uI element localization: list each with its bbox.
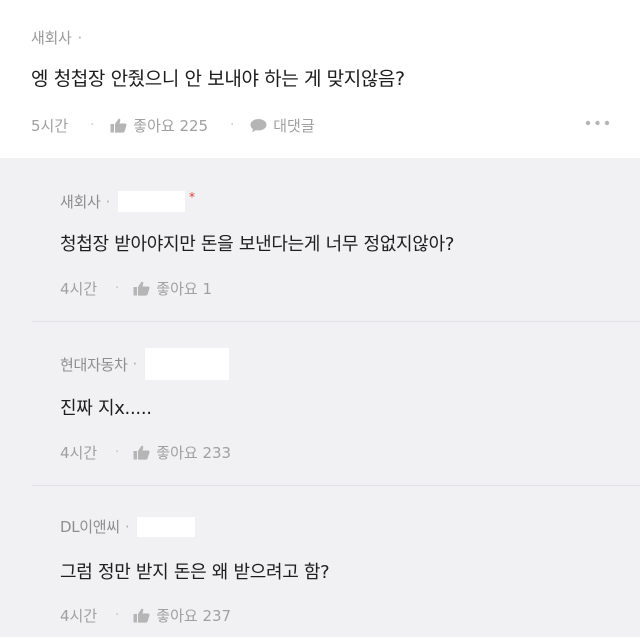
more-horizontal-icon[interactable]: [585, 116, 610, 130]
post-reply-button[interactable]: 대댓글: [250, 115, 315, 136]
thumbs-up-icon: [110, 118, 127, 133]
separator-dot: ·: [230, 117, 235, 133]
separator-dot: ·: [115, 608, 120, 623]
comment-item: 현대자동차 · 진짜 지x..... 4시간 · 좋아요 233: [32, 322, 640, 486]
speech-bubble-icon: [250, 118, 267, 132]
comment-item: DL이앤씨 · 그럼 정만 받지 돈은 왜 받으려고 함? 4시간 · 좋아요 2…: [32, 486, 640, 637]
thumbs-up-icon: [133, 608, 150, 623]
comment-time: 4시간: [60, 444, 98, 462]
redacted-nickname: [137, 516, 196, 537]
redacted-nickname: [117, 191, 185, 212]
post: 새회사 · 엥 청첩장 안줬으니 안 보내야 하는 게 맞지않음? 5시간 · 좋…: [0, 0, 640, 158]
redacted-nickname: [144, 348, 229, 380]
comment-text: 그럼 정만 받지 돈은 왜 받으려고 함?: [60, 562, 330, 583]
meta-dot: ·: [105, 192, 111, 211]
thumbs-up-icon: [133, 445, 150, 460]
comment-meta: DL이앤씨 ·: [60, 516, 196, 537]
comment-like-button[interactable]: 좋아요 237: [133, 605, 231, 626]
comment-text: 청첩장 받아야지만 돈을 보낸다는게 너무 정없지않아?: [60, 234, 455, 255]
separator-dot: ·: [115, 281, 120, 296]
comment-footer: 4시간 · 좋아요 233: [60, 442, 231, 463]
post-like-count: 좋아요 225: [133, 116, 209, 135]
separator-dot: ·: [90, 117, 95, 133]
thumbs-up-icon: [133, 281, 150, 296]
comment-company[interactable]: DL이앤씨: [60, 516, 120, 537]
comment-company[interactable]: 새회사: [60, 191, 101, 212]
comment-time: 4시간: [60, 280, 98, 298]
comment-company[interactable]: 현대자동차: [60, 354, 128, 375]
comment-text: 진짜 지x.....: [60, 398, 152, 419]
comment-like-button[interactable]: 좋아요 233: [133, 442, 231, 463]
separator-dot: ·: [115, 445, 120, 460]
post-like-button[interactable]: 좋아요 225: [110, 115, 208, 136]
comment-like-count: 좋아요 233: [156, 444, 232, 462]
comment-time: 4시간: [60, 607, 98, 625]
post-company[interactable]: 새회사: [31, 29, 72, 47]
comment-footer: 4시간 · 좋아요 1: [60, 278, 212, 299]
post-text: 엥 청첩장 안줬으니 안 보내야 하는 게 맞지않음?: [31, 68, 405, 90]
meta-dot: ·: [124, 517, 130, 536]
comment-list: 새회사 · * 청첩장 받아야지만 돈을 보낸다는게 너무 정없지않아? 4시간 …: [0, 158, 640, 637]
comment-like-count: 좋아요 237: [156, 607, 232, 625]
post-footer: 5시간 · 좋아요 225 · 대댓글: [31, 114, 610, 136]
comment-like-button[interactable]: 좋아요 1: [133, 278, 212, 299]
comment-item: 새회사 · * 청첩장 받아야지만 돈을 보낸다는게 너무 정없지않아? 4시간 …: [32, 158, 640, 322]
comment-meta: 현대자동차 ·: [60, 348, 229, 380]
meta-dot: ·: [77, 29, 83, 47]
meta-dot: ·: [132, 355, 138, 373]
author-mark: *: [188, 189, 195, 204]
post-meta: 새회사 ·: [31, 27, 82, 48]
comment-meta: 새회사 · *: [60, 189, 195, 212]
post-reply-label: 대댓글: [273, 116, 315, 135]
comment-footer: 4시간 · 좋아요 237: [60, 605, 231, 626]
post-time: 5시간: [31, 116, 69, 135]
comment-like-count: 좋아요 1: [156, 280, 213, 298]
